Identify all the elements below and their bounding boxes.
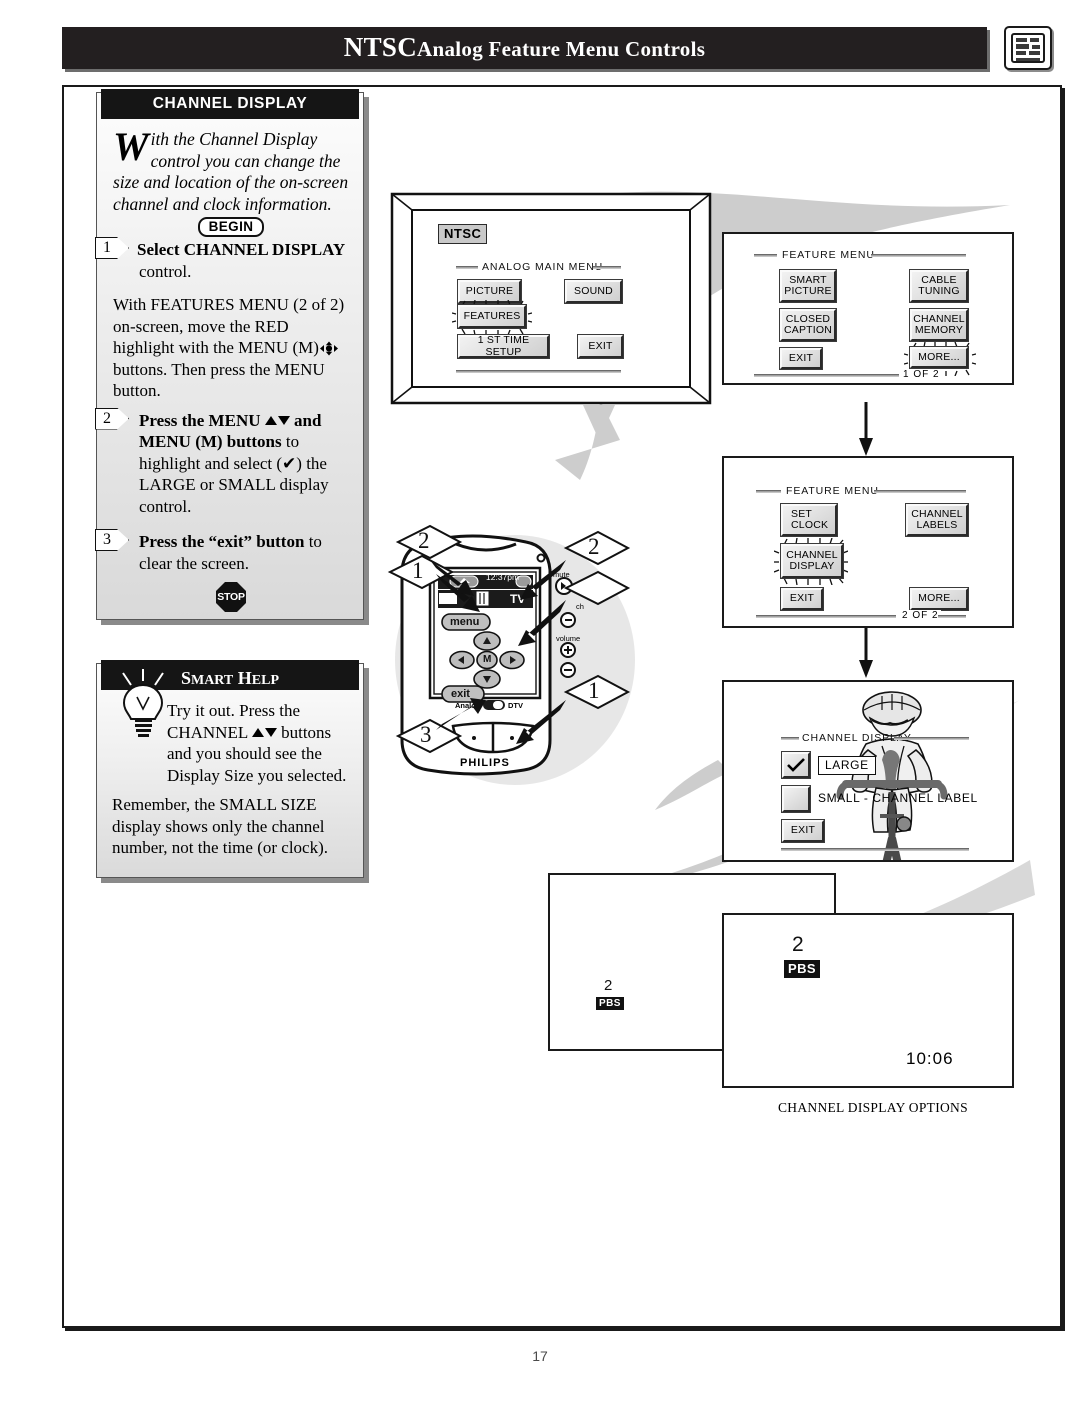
callout-2b: 2 bbox=[588, 534, 600, 559]
callout-3: 3 bbox=[420, 722, 432, 747]
callout-2a: 2 bbox=[418, 528, 430, 553]
callouts-layer: 2 1 2 1 3 bbox=[0, 0, 1080, 1397]
callout-1b: 1 bbox=[588, 678, 600, 703]
page-number: 17 bbox=[532, 1348, 548, 1364]
callout-1a: 1 bbox=[412, 558, 424, 583]
